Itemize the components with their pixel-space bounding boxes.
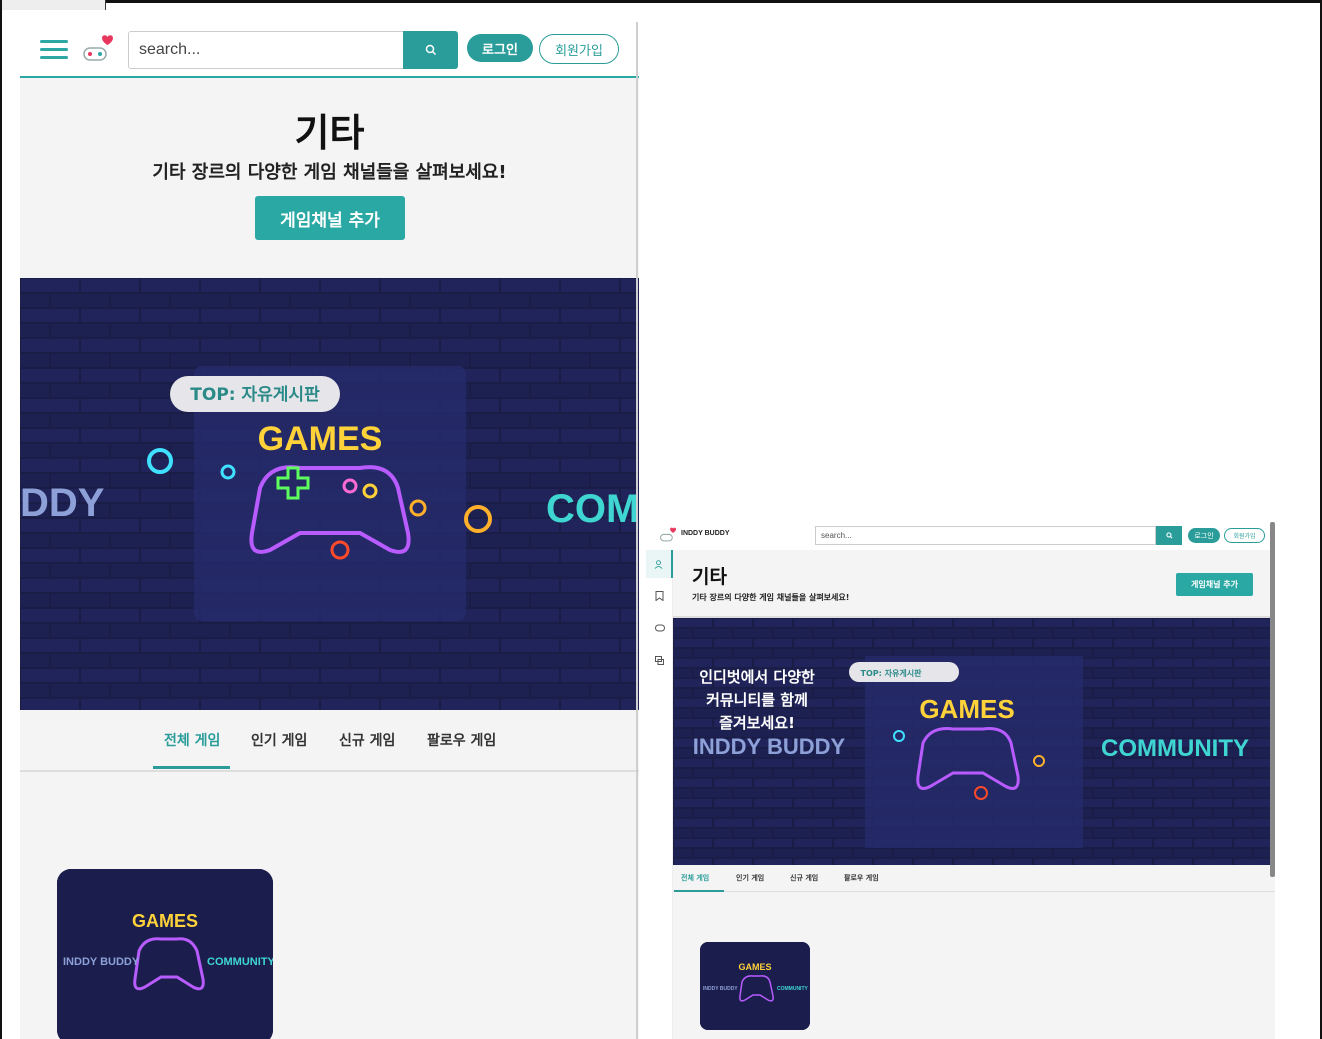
card-right-text: COMMUNITY [777,986,808,992]
tab-popular-games[interactable]: 인기 게임 [251,730,307,750]
card-right-text: COMMUNITY [207,956,273,968]
active-tab-indicator [153,766,230,769]
user-icon[interactable] [646,550,673,578]
tab-popular-games[interactable]: 인기 게임 [736,873,764,883]
tab-followed-games[interactable]: 팔로우 게임 [844,873,879,883]
card-left-text: INDDY BUDDY [63,956,140,968]
top-board-badge[interactable]: TOP: 자유게시판 [861,668,923,678]
banner-headline-1: 인디벗에서 다양한 [699,668,815,686]
search-button[interactable] [403,31,458,69]
card-games-text: GAMES [132,911,198,931]
hamburger-icon[interactable] [40,40,68,60]
game-tabs: 전체 게임 인기 게임 신규 게임 팔로우 게임 [673,865,1275,892]
tab-all-games[interactable]: 전체 게임 [164,730,220,750]
chat-icon[interactable] [646,646,673,674]
brand-name[interactable]: INDDY BUDDY [681,530,730,537]
banner-headline-2: 커뮤니티를 함께 [706,691,808,709]
gamepad-icon[interactable] [646,614,673,642]
add-channel-button[interactable]: 게임채널 추가 [255,196,405,240]
page-title: 기타 [692,566,727,588]
hero-banner[interactable]: 인디벗에서 다양한 커뮤니티를 함께 즐겨보세요! INDDY BUDDY CO… [673,618,1275,865]
card-games-text: GAMES [738,962,771,972]
search-input[interactable] [128,31,404,69]
active-tab-indicator [674,890,724,892]
login-button[interactable]: 로그인 [467,34,533,62]
search-input[interactable] [815,526,1156,545]
tab-new-games[interactable]: 신규 게임 [339,730,395,750]
banner-right-text: COMMUNITY [1101,735,1249,762]
banner-art: GAMES DDY COM TOP: 자유게시판 [20,278,639,710]
signup-button[interactable]: 회원가입 [539,34,619,64]
view-divider [636,22,638,1039]
desktop-view: INDDY BUDDY 로그인 회원가입 기타 기타 장르의 다양한 게임 채널… [646,522,1275,1039]
logo-icon[interactable] [80,34,116,64]
banner-games-text: GAMES [919,694,1014,724]
game-channel-card[interactable]: GAMES INDDY BUDDY COMMUNITY [57,869,273,1039]
banner-left-text: DDY [20,481,105,525]
tab-new-games[interactable]: 신규 게임 [790,873,818,883]
mobile-view: 로그인 회원가입 기타 기타 장르의 다양한 게임 채널들을 살펴보세요! 게임… [20,22,639,1039]
sidebar [646,550,673,1039]
top-board-badge[interactable]: TOP: 자유게시판 [190,385,320,405]
banner-art: 인디벗에서 다양한 커뮤니티를 함께 즐겨보세요! INDDY BUDDY CO… [673,618,1275,865]
window-tab-stub [2,0,106,10]
card-art: GAMES INDDY BUDDY COMMUNITY [700,942,810,1030]
search-button[interactable] [1156,526,1182,545]
search-icon [1165,532,1172,539]
logo-icon[interactable] [658,527,678,543]
tab-all-games[interactable]: 전체 게임 [681,873,709,883]
page-subtitle: 기타 장르의 다양한 게임 채널들을 살펴보세요! [152,162,507,183]
bookmark-icon[interactable] [646,582,673,610]
page-title: 기타 [294,111,365,155]
banner-right-text: COM [546,487,639,531]
signup-button[interactable]: 회원가입 [1224,528,1265,543]
game-tabs: 전체 게임 인기 게임 신규 게임 팔로우 게임 [20,710,639,772]
card-art: GAMES INDDY BUDDY COMMUNITY [57,869,273,1039]
banner-headline-3: 즐겨보세요! [719,714,795,732]
tab-followed-games[interactable]: 팔로우 게임 [427,730,496,750]
desktop-scrollbar[interactable] [1270,522,1275,877]
add-channel-button[interactable]: 게임채널 추가 [1176,573,1253,596]
page-subtitle: 기타 장르의 다양한 게임 채널들을 살펴보세요! [692,593,850,602]
desktop-main: 기타 기타 장르의 다양한 게임 채널들을 살펴보세요! 게임채널 추가 인디벗… [673,550,1275,1039]
game-channel-card[interactable]: GAMES INDDY BUDDY COMMUNITY [700,942,810,1030]
banner-left-text: INDDY BUDDY [693,734,846,759]
search-icon [425,44,436,56]
banner-games-text: GAMES [258,420,383,458]
login-button[interactable]: 로그인 [1188,528,1220,543]
hero-banner[interactable]: GAMES DDY COM TOP: 자유게시판 [20,278,639,710]
desktop-header: INDDY BUDDY 로그인 회원가입 [646,522,1275,550]
card-left-text: INDDY BUDDY [703,986,738,992]
mobile-header: 로그인 회원가입 [20,22,639,78]
